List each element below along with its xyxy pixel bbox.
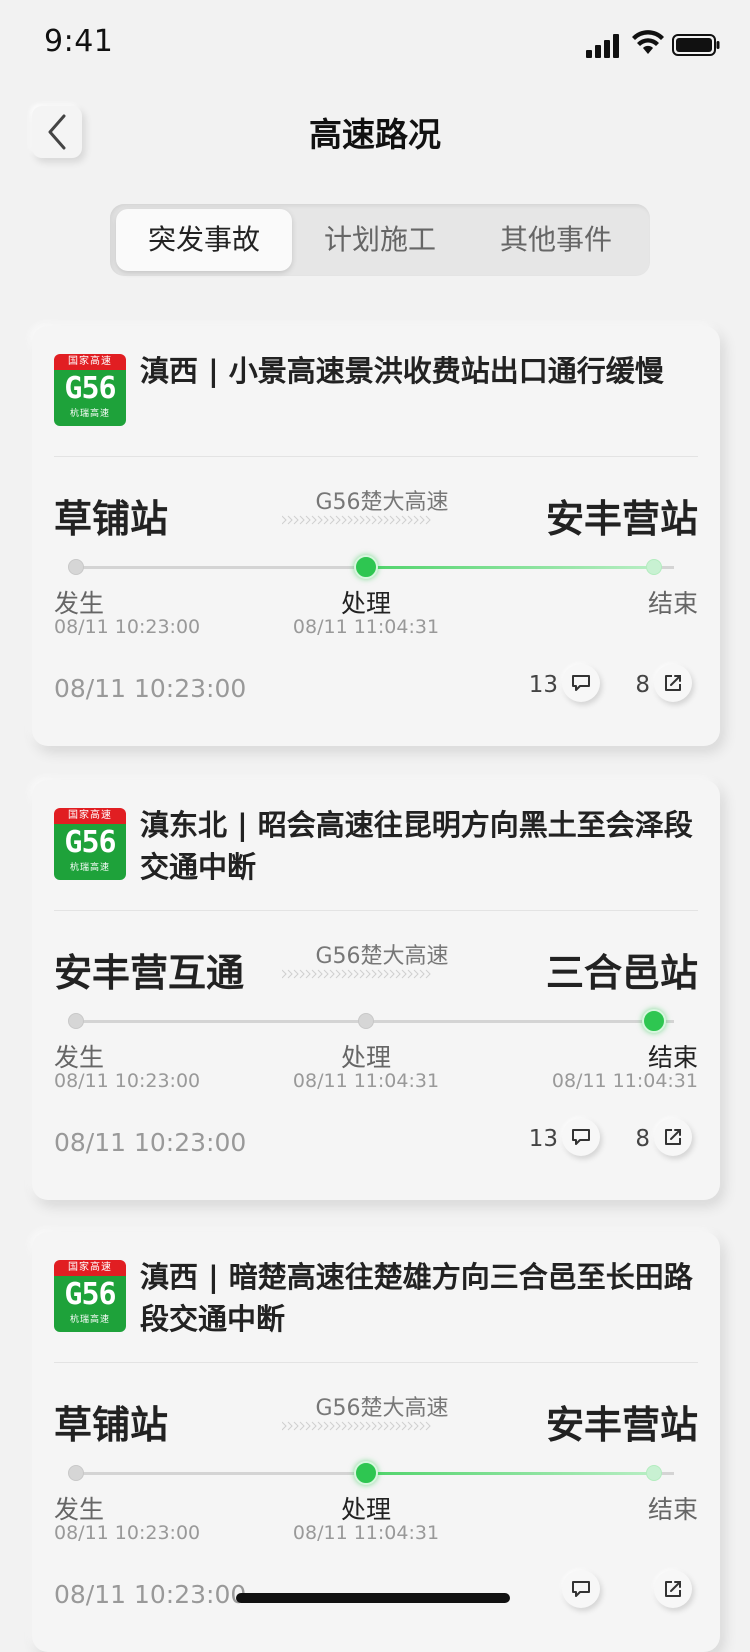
progress-node [68,1465,84,1481]
stage-time: 08/11 11:04:31 [292,616,440,638]
share-button[interactable] [654,1118,692,1156]
tab-other-events[interactable]: 其他事件 [468,209,644,271]
incident-card[interactable]: 国家高速 G56 杭瑞高速 滇东北 | 昭会高速往昆明方向黑土至会泽段交通中断安丰营互… [32,780,720,1200]
progress-node [646,559,662,575]
to-station: 安丰营站 [545,1403,698,1447]
stage-time: 08/11 11:04:31 [292,1070,440,1092]
direction-arrows-icon [282,969,431,979]
wifi-icon [632,30,664,54]
highway-badge: 国家高速 G56 杭瑞高速 [54,354,126,426]
incident-title: 滇西 | 暗楚高速往楚雄方向三合邑至长田路段交通中断 [140,1260,693,1336]
share-button[interactable] [654,664,692,702]
stage-time: 08/11 10:23:00 [54,1070,201,1092]
to-station: 安丰营站 [545,497,698,541]
share-icon [665,1129,681,1145]
stage-label: 结束 [647,1495,698,1524]
comment-count: 13 [528,1126,558,1152]
from-station: 草铺站 [54,497,169,541]
progress-track-active [366,1472,654,1475]
stage-label: 发生 [54,1043,105,1072]
progress-node [68,559,84,575]
cellular-signal-icon [586,34,619,58]
badge-route-name: 杭瑞高速 [69,409,110,419]
divider [54,456,698,457]
badge-network-label: 国家高速 [54,1260,126,1276]
progress-track-active [366,566,654,569]
badge-network-label: 国家高速 [54,808,126,824]
comment-button[interactable] [562,1118,600,1156]
comment-icon [572,1129,590,1145]
stage-time: 08/11 10:23:00 [54,616,201,638]
stage-time: 08/11 11:04:31 [292,1522,440,1544]
divider [54,1362,698,1363]
road-name: G56楚大高速 [315,1396,449,1421]
badge-route-code: G56 [64,1277,116,1312]
stage-label: 结束 [647,589,698,618]
incident-card[interactable]: 国家高速 G56 杭瑞高速 滇西 | 暗楚高速往楚雄方向三合邑至长田路段交通中断草铺站… [32,1232,720,1652]
share-icon [665,675,681,691]
comment-icon [572,675,590,691]
progress-node [68,1013,84,1029]
progress-node [354,1461,378,1485]
status-bar: 9:41 [0,0,750,88]
badge-route-code: G56 [64,371,116,406]
road-name: G56楚大高速 [315,490,449,515]
stage-label: 发生 [54,589,105,618]
segmented-tabs: 突发事故 计划施工 其他事件 [110,204,650,276]
home-indicator [236,1593,510,1603]
stage-label: 处理 [340,1043,391,1072]
incident-title: 滇东北 | 昭会高速往昆明方向黑土至会泽段交通中断 [140,808,693,884]
status-time: 9:41 [44,24,114,59]
comment-count: 13 [528,672,558,698]
share-button[interactable] [654,1570,692,1608]
direction-arrows-icon [282,1421,431,1431]
stage-label: 处理 [340,1495,391,1524]
incident-title: 滇西 | 小景高速景洪收费站出口通行缓慢 [140,354,664,388]
report-time: 08/11 10:23:00 [54,674,247,703]
stage-time: 08/11 11:04:31 [551,1070,698,1092]
progress-track [76,1020,674,1023]
progress-node [358,1013,374,1029]
progress-node [354,555,378,579]
to-station: 三合邑站 [545,951,698,995]
highway-badge: 国家高速 G56 杭瑞高速 [54,808,126,880]
road-name: G56楚大高速 [315,944,449,969]
comment-button[interactable] [562,1570,600,1608]
from-station: 草铺站 [54,1403,169,1447]
stage-label: 处理 [340,589,391,618]
highway-badge: 国家高速 G56 杭瑞高速 [54,1260,126,1332]
divider [54,910,698,911]
stage-time: 08/11 10:23:00 [54,1522,201,1544]
comment-button[interactable] [562,664,600,702]
share-count: 8 [635,672,650,698]
progress-node [642,1009,666,1033]
share-icon [665,1581,681,1597]
incident-card[interactable]: 国家高速 G56 杭瑞高速 滇西 | 小景高速景洪收费站出口通行缓慢草铺站 G56楚大高… [32,326,720,746]
progress-node [646,1465,662,1481]
stage-label: 发生 [54,1495,105,1524]
tab-planned-construction[interactable]: 计划施工 [292,209,468,271]
stage-label: 结束 [647,1043,698,1072]
badge-network-label: 国家高速 [54,354,126,370]
from-station: 安丰营互通 [54,951,245,995]
report-time: 08/11 10:23:00 [54,1128,247,1157]
comment-icon [572,1581,590,1597]
report-time: 08/11 10:23:00 [54,1580,247,1609]
badge-route-name: 杭瑞高速 [69,1315,110,1325]
badge-route-code: G56 [64,825,116,860]
page-title: 高速路况 [309,115,441,154]
tab-accidents[interactable]: 突发事故 [116,209,292,271]
direction-arrows-icon [282,515,431,525]
share-count: 8 [635,1126,650,1152]
badge-route-name: 杭瑞高速 [69,863,110,873]
battery-icon [672,34,720,56]
